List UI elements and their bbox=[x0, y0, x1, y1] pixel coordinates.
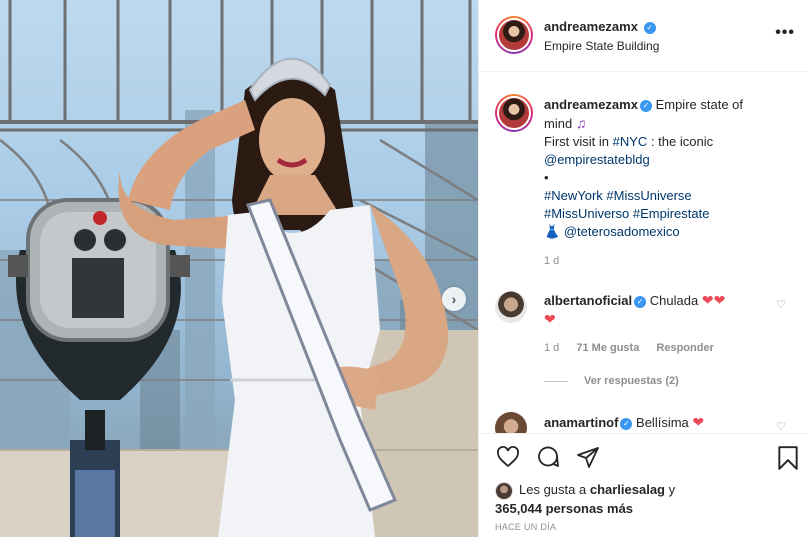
comment-meta: 1 d 71 Me gusta Responder bbox=[544, 342, 728, 354]
divider bbox=[544, 380, 568, 382]
likes-conj: y bbox=[668, 482, 676, 497]
verified-badge-icon: ✓ bbox=[620, 417, 633, 430]
caption-avatar[interactable] bbox=[495, 94, 533, 132]
caption-text: Empire state of bbox=[655, 97, 744, 112]
more-options-icon[interactable]: ••• bbox=[775, 24, 795, 42]
caption-text: First visit in bbox=[544, 134, 609, 149]
liker-avatar[interactable] bbox=[495, 481, 513, 500]
comment-icon[interactable] bbox=[535, 445, 561, 472]
author-username[interactable]: andreamezamx bbox=[544, 19, 638, 34]
comment-like-icon[interactable]: ♡ bbox=[776, 298, 786, 311]
share-icon[interactable] bbox=[575, 445, 601, 472]
heart-emoji-icon: ❤ bbox=[701, 292, 714, 308]
reply-button[interactable]: Responder bbox=[656, 342, 713, 354]
music-note-icon: ♫ bbox=[575, 115, 587, 131]
likes-count[interactable]: 365,044 personas más bbox=[495, 501, 633, 516]
post-location[interactable]: Empire State Building bbox=[544, 39, 659, 53]
view-replies-button[interactable]: Ver respuestas (2) bbox=[544, 375, 679, 387]
dress-icon: 👗 bbox=[544, 224, 561, 239]
heart-emoji-icon: ❤ bbox=[713, 292, 726, 308]
comment-text: Bellísima bbox=[636, 415, 689, 430]
photo-illustration bbox=[0, 0, 478, 537]
bookmark-icon[interactable] bbox=[777, 445, 799, 474]
comment-item: albertanoficial ✓ Chulada ❤❤ ❤ bbox=[544, 291, 774, 329]
verified-badge-icon: ✓ bbox=[634, 295, 647, 308]
bullet: • bbox=[544, 170, 549, 185]
chevron-right-icon: › bbox=[451, 291, 457, 307]
post-actions: Les gusta a charliesalag y 365,044 perso… bbox=[479, 433, 808, 537]
verified-badge-icon: ✓ bbox=[643, 21, 656, 34]
comment-text: Chulada bbox=[649, 293, 699, 308]
next-photo-button[interactable]: › bbox=[442, 287, 466, 311]
hashtag-link[interactable]: #NYC bbox=[613, 134, 648, 149]
heart-icon[interactable] bbox=[495, 445, 521, 472]
commenter-avatar[interactable] bbox=[495, 291, 527, 323]
verified-badge-icon: ✓ bbox=[639, 99, 652, 112]
commenter-username[interactable]: anamartinof bbox=[544, 415, 618, 430]
hashtag-link[interactable]: #MissUniverso bbox=[544, 206, 629, 221]
author-avatar[interactable] bbox=[495, 16, 533, 54]
hashtag-link[interactable]: #MissUniverse bbox=[606, 188, 691, 203]
mention-link[interactable]: @teterosadomexico bbox=[564, 224, 680, 239]
mention-link[interactable]: @empirestatebldg bbox=[544, 152, 650, 167]
post-photo[interactable]: › bbox=[0, 0, 478, 537]
caption-text: mind bbox=[544, 116, 573, 131]
comment-age[interactable]: 1 d bbox=[544, 342, 559, 354]
comment-likes[interactable]: 71 Me gusta bbox=[576, 342, 639, 354]
liker-username[interactable]: charliesalag bbox=[590, 482, 665, 497]
post-side-panel: andreamezamx ✓ Empire State Building •••… bbox=[478, 0, 808, 537]
caption-text: : the iconic bbox=[650, 134, 714, 149]
commenter-username[interactable]: albertanoficial bbox=[544, 293, 632, 308]
caption-username[interactable]: andreamezamx bbox=[544, 97, 638, 112]
caption-age[interactable]: 1 d bbox=[544, 255, 559, 267]
comment-like-icon[interactable]: ♡ bbox=[776, 420, 786, 433]
post-header: andreamezamx ✓ Empire State Building ••• bbox=[479, 0, 808, 72]
posted-time[interactable]: HACE UN DÍA bbox=[495, 522, 556, 532]
heart-emoji-icon: ❤ bbox=[544, 311, 556, 327]
hashtag-link[interactable]: #Empirestate bbox=[633, 206, 710, 221]
heart-emoji-icon: ❤ bbox=[692, 414, 705, 430]
likes-prefix: Les gusta a bbox=[519, 482, 587, 497]
comment-item: anamartinof ✓ Bellísima ❤ bbox=[544, 413, 774, 432]
view-replies-label: Ver respuestas (2) bbox=[584, 375, 679, 387]
post-caption: andreamezamx ✓ Empire state of mind ♫ Fir… bbox=[544, 96, 794, 270]
likes-summary: Les gusta a charliesalag y 365,044 perso… bbox=[495, 481, 675, 517]
hashtag-link[interactable]: #NewYork bbox=[544, 188, 603, 203]
